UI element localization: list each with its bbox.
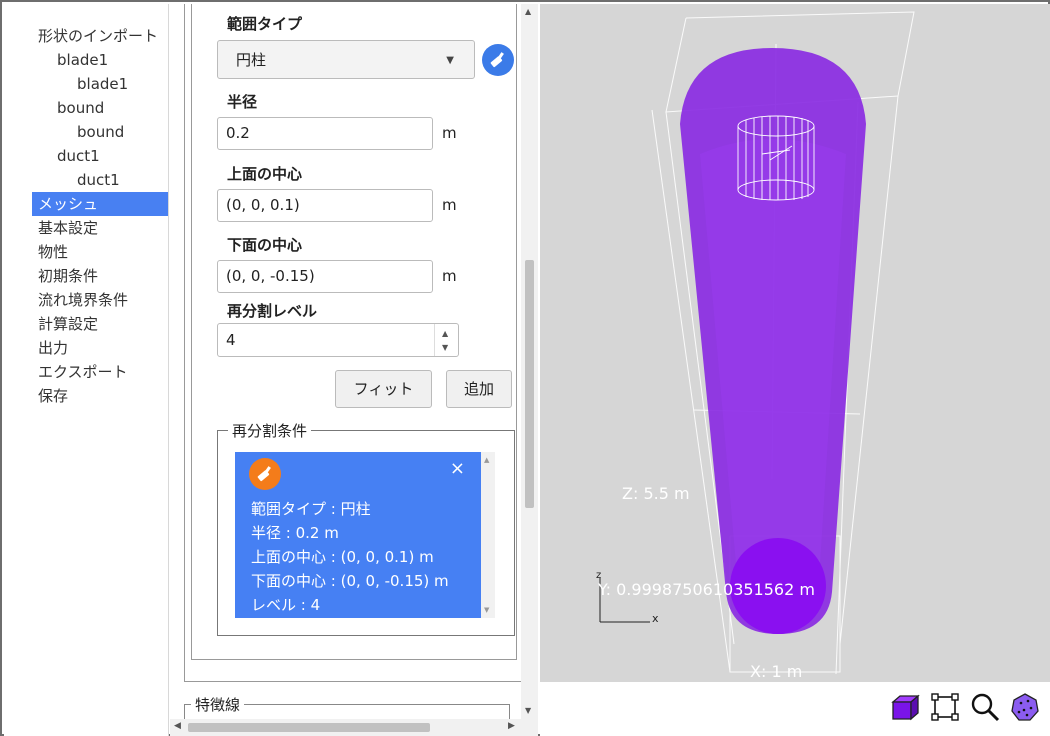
fit-bounds-icon[interactable] bbox=[928, 690, 962, 724]
viewport-toolbar bbox=[540, 682, 1050, 736]
refine-conditions-legend: 再分割条件 bbox=[228, 420, 312, 441]
scroll-left-icon[interactable]: ◀ bbox=[174, 721, 181, 731]
scroll-thumb[interactable] bbox=[525, 260, 534, 508]
nav-item-output[interactable]: 出力 bbox=[32, 336, 68, 360]
add-button[interactable]: 追加 bbox=[446, 370, 512, 408]
nav-item-blade1-group[interactable]: blade1 bbox=[57, 48, 108, 72]
nav-item-blade1[interactable]: blade1 bbox=[77, 72, 128, 96]
card-radius: 半径 : 0.2 m bbox=[251, 524, 339, 542]
zoom-icon[interactable] bbox=[968, 690, 1002, 724]
card-list-scrollbar[interactable]: ▲ ▼ bbox=[481, 452, 495, 618]
nav-item-basic-settings[interactable]: 基本設定 bbox=[32, 216, 98, 240]
top-center-unit: m bbox=[442, 196, 457, 214]
nav-item-bound-group[interactable]: bound bbox=[57, 96, 104, 120]
fit-button[interactable]: フィット bbox=[335, 370, 432, 408]
nav-item-properties[interactable]: 物性 bbox=[32, 240, 68, 264]
chevron-down-icon: ▼ bbox=[446, 55, 454, 66]
radius-label: 半径 bbox=[227, 93, 258, 111]
refine-condition-card[interactable]: × 範囲タイプ : 円柱 半径 : 0.2 m 上面の中心 : (0, 0, 0… bbox=[235, 452, 481, 618]
axis-x-marker: x bbox=[652, 612, 659, 625]
range-type-value: 円柱 bbox=[236, 51, 267, 69]
nav-item-shape-import[interactable]: 形状のインポート bbox=[32, 24, 158, 48]
nav-item-initial-conditions[interactable]: 初期条件 bbox=[32, 264, 98, 288]
refine-level-stepper[interactable]: 4 ▲ ▼ bbox=[217, 323, 459, 357]
close-icon[interactable]: × bbox=[450, 458, 465, 479]
mesh-settings-panel: 範囲タイプ 円柱 ▼ 半径 0.2 m 上面の中心 (0, 0, 0.1) m … bbox=[170, 4, 538, 736]
range-type-label: 範囲タイプ bbox=[227, 15, 303, 33]
radius-unit: m bbox=[442, 124, 457, 142]
radius-input[interactable]: 0.2 bbox=[217, 117, 433, 150]
nav-item-calc-settings[interactable]: 計算設定 bbox=[32, 312, 98, 336]
nav-item-save[interactable]: 保存 bbox=[32, 384, 68, 408]
paint-brush-icon[interactable] bbox=[482, 44, 514, 76]
3d-viewport[interactable]: Z: 5.5 m Y: 0.9998750610351562 m X: 1 m … bbox=[540, 4, 1050, 682]
nav-item-duct1[interactable]: duct1 bbox=[77, 168, 120, 192]
feature-lines-legend: 特徴線 bbox=[191, 694, 245, 715]
refine-level-value: 4 bbox=[226, 331, 236, 349]
scroll-right-icon[interactable]: ▶ bbox=[508, 721, 515, 731]
point-cloud-icon[interactable] bbox=[1008, 690, 1042, 724]
nav-item-mesh[interactable]: メッシュ bbox=[32, 192, 168, 216]
stepper-down-icon[interactable]: ▼ bbox=[442, 343, 448, 353]
range-type-select[interactable]: 円柱 ▼ bbox=[217, 40, 475, 79]
stepper-arrows[interactable]: ▲ ▼ bbox=[434, 324, 458, 356]
nav-item-export[interactable]: エクスポート bbox=[32, 360, 128, 384]
card-level: レベル : 4 bbox=[251, 596, 321, 614]
top-center-label: 上面の中心 bbox=[227, 165, 303, 183]
bottom-center-input[interactable]: (0, 0, -0.15) bbox=[217, 260, 433, 293]
bottom-center-unit: m bbox=[442, 267, 457, 285]
panel-vertical-scrollbar[interactable]: ▲ ▼ bbox=[521, 4, 538, 736]
axis-z-marker: z bbox=[596, 570, 602, 581]
stepper-up-icon[interactable]: ▲ bbox=[442, 329, 448, 339]
hscroll-thumb[interactable] bbox=[188, 723, 430, 732]
card-range-type: 範囲タイプ : 円柱 bbox=[251, 500, 371, 518]
nav-item-duct1-group[interactable]: duct1 bbox=[57, 144, 100, 168]
card-top-center: 上面の中心 : (0, 0, 0.1) m bbox=[251, 548, 434, 566]
scroll-up-icon[interactable]: ▲ bbox=[525, 7, 531, 16]
nav-item-bound[interactable]: bound bbox=[77, 120, 124, 144]
cube-view-icon[interactable] bbox=[888, 690, 922, 724]
refine-level-label: 再分割レベル bbox=[227, 302, 318, 320]
y-dimension-label: Y: 0.9998750610351562 m bbox=[598, 580, 815, 599]
panel-horizontal-scrollbar[interactable]: ◀ ▶ bbox=[170, 719, 521, 736]
paint-brush-icon bbox=[249, 458, 281, 490]
card-bottom-center: 下面の中心 : (0, 0, -0.15) m bbox=[251, 572, 449, 590]
scroll-down-icon[interactable]: ▼ bbox=[525, 706, 531, 715]
x-dimension-label: X: 1 m bbox=[750, 662, 803, 681]
nav-item-flow-boundary[interactable]: 流れ境界条件 bbox=[32, 288, 128, 312]
app-window: 形状のインポート blade1 blade1 bound bound duct1… bbox=[0, 0, 1050, 736]
sidebar-nav: 形状のインポート blade1 blade1 bound bound duct1… bbox=[4, 4, 169, 736]
bottom-center-label: 下面の中心 bbox=[227, 236, 303, 254]
z-dimension-label: Z: 5.5 m bbox=[622, 484, 690, 503]
top-center-input[interactable]: (0, 0, 0.1) bbox=[217, 189, 433, 222]
